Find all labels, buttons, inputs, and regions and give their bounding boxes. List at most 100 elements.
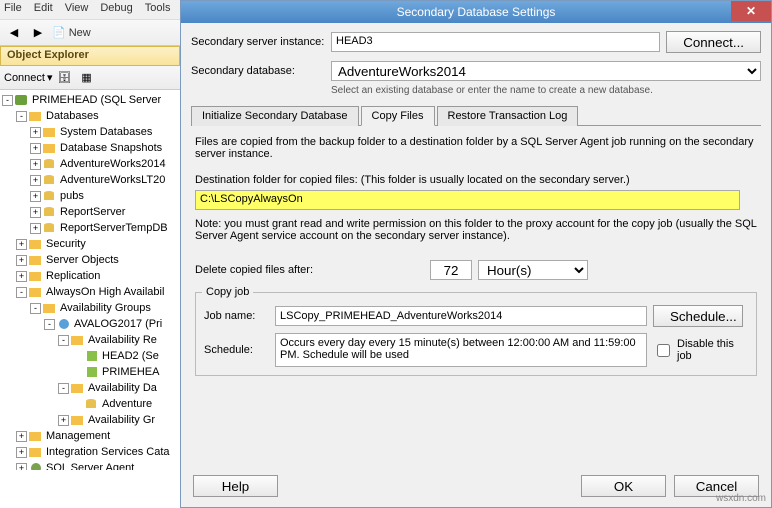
- tree-head2[interactable]: HEAD2 (Se: [102, 350, 159, 362]
- refresh-icon[interactable]: 🗄: [55, 68, 75, 88]
- expand-icon[interactable]: +: [16, 239, 27, 250]
- tree-avalog[interactable]: AVALOG2017 (Pri: [74, 318, 162, 330]
- main-toolbar: ◀ ▶ 📄 New: [0, 20, 180, 46]
- folder-icon: [71, 333, 85, 347]
- connect-bar: Connect▾ 🗄 ▦: [0, 66, 180, 90]
- tree-replication[interactable]: Replication: [46, 270, 100, 282]
- copy-job-legend: Copy job: [202, 286, 253, 298]
- menu-view[interactable]: View: [65, 2, 89, 17]
- copy-description: Files are copied from the backup folder …: [195, 136, 757, 160]
- tab-initialize[interactable]: Initialize Secondary Database: [191, 106, 359, 126]
- tab-restore[interactable]: Restore Transaction Log: [437, 106, 579, 126]
- tree-availdb[interactable]: Availability Da: [88, 382, 157, 394]
- expand-icon[interactable]: -: [16, 111, 27, 122]
- disable-job-label: Disable this job: [677, 338, 748, 362]
- database-icon: [85, 397, 99, 411]
- expand-icon[interactable]: +: [16, 255, 27, 266]
- tree-management[interactable]: Management: [46, 430, 110, 442]
- expand-icon[interactable]: +: [16, 463, 27, 471]
- expand-icon[interactable]: -: [44, 319, 55, 330]
- connect-button[interactable]: Connect: [4, 72, 45, 84]
- tree-availgl[interactable]: Availability Gr: [88, 414, 155, 426]
- job-name-field[interactable]: LSCopy_PRIMEHEAD_AdventureWorks2014: [275, 306, 647, 326]
- menu-edit[interactable]: Edit: [34, 2, 53, 17]
- tree-availgroups[interactable]: Availability Groups: [60, 302, 151, 314]
- expand-icon[interactable]: +: [30, 159, 41, 170]
- replica-icon: [85, 349, 99, 363]
- menu-file[interactable]: File: [4, 2, 22, 17]
- ag-icon: [57, 317, 71, 331]
- expand-icon[interactable]: +: [16, 447, 27, 458]
- tree-snapshots[interactable]: Database Snapshots: [60, 142, 162, 154]
- tree-serverobjects[interactable]: Server Objects: [46, 254, 119, 266]
- folder-icon: [71, 381, 85, 395]
- tree-integration[interactable]: Integration Services Cata: [46, 446, 170, 458]
- dialog-title-bar[interactable]: Secondary Database Settings ✕: [181, 1, 771, 23]
- filter-icon[interactable]: ▦: [77, 68, 97, 88]
- help-button[interactable]: Help: [193, 475, 278, 497]
- dropdown-icon[interactable]: ▾: [47, 71, 53, 84]
- tree-reportserver[interactable]: ReportServer: [60, 206, 125, 218]
- object-explorer-title: Object Explorer: [0, 46, 180, 66]
- ok-button[interactable]: OK: [581, 475, 666, 497]
- expand-icon[interactable]: +: [30, 127, 41, 138]
- nav-back-icon[interactable]: ◀: [4, 23, 24, 43]
- tree-server-root[interactable]: PRIMEHEAD (SQL Server: [32, 94, 161, 106]
- new-query-button[interactable]: 📄 New: [52, 26, 91, 39]
- expand-icon[interactable]: -: [2, 95, 13, 106]
- database-icon: [43, 221, 57, 235]
- object-explorer-tree[interactable]: -PRIMEHEAD (SQL Server -Databases +Syste…: [0, 90, 180, 470]
- expand-icon[interactable]: +: [30, 175, 41, 186]
- schedule-button[interactable]: Schedule...: [653, 305, 743, 327]
- tree-databases[interactable]: Databases: [46, 110, 99, 122]
- dialog-title: Secondary Database Settings: [397, 5, 556, 19]
- secondary-db-select[interactable]: AdventureWorks2014: [331, 61, 761, 81]
- tab-strip: Initialize Secondary Database Copy Files…: [191, 106, 761, 126]
- tree-adventure[interactable]: Adventure: [102, 398, 152, 410]
- close-button[interactable]: ✕: [731, 1, 771, 21]
- delete-after-label: Delete copied files after:: [195, 264, 430, 276]
- folder-icon: [29, 429, 43, 443]
- database-icon: [43, 189, 57, 203]
- tree-alwayson[interactable]: AlwaysOn High Availabil: [46, 286, 164, 298]
- watermark: wsxdn.com: [716, 493, 766, 504]
- job-name-label: Job name:: [204, 310, 269, 322]
- db-note: Select an existing database or enter the…: [331, 85, 761, 96]
- server-icon: [15, 93, 29, 107]
- expand-icon[interactable]: +: [58, 415, 69, 426]
- tree-primehead[interactable]: PRIMEHEA: [102, 366, 159, 378]
- dialog-buttons: Help OK Cancel: [181, 475, 771, 497]
- folder-icon: [29, 269, 43, 283]
- connect-button[interactable]: Connect...: [666, 31, 761, 53]
- expand-icon[interactable]: +: [30, 223, 41, 234]
- menu-bar: File Edit View Debug Tools: [0, 0, 180, 20]
- expand-icon[interactable]: +: [30, 207, 41, 218]
- expand-icon[interactable]: +: [16, 431, 27, 442]
- expand-icon[interactable]: -: [58, 335, 69, 346]
- tree-availreplicas[interactable]: Availability Re: [88, 334, 157, 346]
- expand-icon[interactable]: +: [16, 271, 27, 282]
- delete-after-unit[interactable]: Hour(s): [478, 260, 588, 280]
- dest-folder-input[interactable]: C:\LSCopyAlwaysOn: [195, 190, 740, 210]
- expand-icon[interactable]: +: [30, 191, 41, 202]
- tree-reportservertemp[interactable]: ReportServerTempDB: [60, 222, 168, 234]
- grant-note: Note: you must grant read and write perm…: [195, 218, 757, 242]
- nav-fwd-icon[interactable]: ▶: [28, 23, 48, 43]
- tree-security[interactable]: Security: [46, 238, 86, 250]
- expand-icon[interactable]: +: [30, 143, 41, 154]
- tab-copy-files[interactable]: Copy Files: [361, 106, 435, 126]
- delete-after-value[interactable]: [430, 260, 472, 280]
- folder-icon: [29, 285, 43, 299]
- expand-icon[interactable]: -: [16, 287, 27, 298]
- menu-debug[interactable]: Debug: [100, 2, 132, 17]
- tree-sysdb[interactable]: System Databases: [60, 126, 152, 138]
- tree-pubs[interactable]: pubs: [60, 190, 84, 202]
- tree-awlt20[interactable]: AdventureWorksLT20: [60, 174, 165, 186]
- agent-icon: [29, 461, 43, 470]
- menu-tools[interactable]: Tools: [145, 2, 171, 17]
- disable-job-checkbox[interactable]: [657, 344, 670, 357]
- tree-aw2014[interactable]: AdventureWorks2014: [60, 158, 166, 170]
- expand-icon[interactable]: -: [58, 383, 69, 394]
- tree-sqlagent[interactable]: SQL Server Agent: [46, 462, 134, 470]
- expand-icon[interactable]: -: [30, 303, 41, 314]
